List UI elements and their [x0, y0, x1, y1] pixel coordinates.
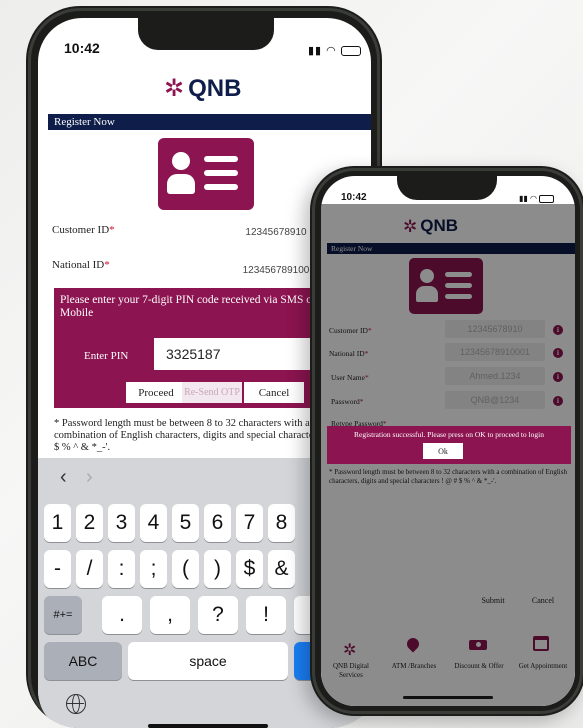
signal-wifi-battery-icon: ▮▮ ◠ — [308, 44, 361, 57]
modal-overlay-nav — [321, 628, 575, 706]
key[interactable]: & — [268, 550, 295, 588]
status-time: 10:42 — [341, 192, 367, 203]
home-indicator — [148, 724, 268, 728]
key[interactable]: : — [108, 550, 135, 588]
key[interactable]: 4 — [140, 504, 167, 542]
enter-pin-label: Enter PIN — [84, 350, 129, 362]
pin-message: Please enter your 7-digit PIN code recei… — [60, 294, 342, 319]
resend-otp-button[interactable]: Re-Send OTP — [182, 382, 242, 403]
key[interactable]: 2 — [76, 504, 103, 542]
register-title: Register Now — [54, 116, 115, 128]
key[interactable]: 8 — [268, 504, 295, 542]
symbols-key[interactable]: #+= — [44, 596, 82, 634]
ok-button[interactable]: Ok — [423, 443, 463, 459]
success-message: Registration successful. Please press on… — [354, 430, 544, 439]
front-phone-screen: 10:42 ▮▮ ◠ ✲ QNB Register Now Customer I… — [321, 176, 575, 706]
key[interactable]: . — [102, 596, 142, 634]
proceed-button[interactable]: Proceed — [126, 382, 186, 403]
chevron-right-icon[interactable]: › — [86, 466, 93, 489]
front-phone: 10:42 ▮▮ ◠ ✲ QNB Register Now Customer I… — [310, 166, 583, 716]
globe-icon[interactable] — [66, 694, 86, 714]
key[interactable]: 3 — [108, 504, 135, 542]
key[interactable]: ! — [246, 596, 286, 634]
brand-name: QNB — [188, 75, 242, 102]
key[interactable]: ; — [140, 550, 167, 588]
key[interactable]: $ — [236, 550, 263, 588]
dynamic-notch — [138, 18, 274, 50]
abc-key[interactable]: ABC — [44, 642, 122, 680]
dynamic-notch — [397, 176, 497, 200]
key[interactable]: 6 — [204, 504, 231, 542]
key[interactable]: ) — [204, 550, 231, 588]
chevron-left-icon[interactable]: ‹ — [60, 466, 67, 489]
qnb-asterisk-icon: ✲ — [164, 75, 185, 102]
key[interactable]: / — [76, 550, 103, 588]
signal-wifi-battery-icon: ▮▮ ◠ — [519, 194, 555, 203]
key[interactable]: 7 — [236, 504, 263, 542]
id-card-icon — [158, 138, 254, 210]
key[interactable]: ? — [198, 596, 238, 634]
home-indicator — [403, 696, 493, 699]
key[interactable]: - — [44, 550, 71, 588]
success-dialog: Registration successful. Please press on… — [327, 426, 571, 464]
status-time: 10:42 — [64, 40, 100, 56]
key[interactable]: 5 — [172, 504, 199, 542]
qnb-logo: ✲ QNB — [164, 75, 241, 103]
register-header: Register Now — [48, 114, 371, 130]
modal-overlay — [321, 204, 575, 628]
key[interactable]: ( — [172, 550, 199, 588]
pin-dialog: Please enter your 7-digit PIN code recei… — [54, 288, 354, 408]
customer-id-label: Customer ID* — [52, 224, 115, 236]
key[interactable]: , — [150, 596, 190, 634]
cancel-button[interactable]: Cancel — [244, 382, 304, 403]
key[interactable]: 1 — [44, 504, 71, 542]
space-key[interactable]: space — [128, 642, 288, 680]
password-note: * Password length must be between 8 to 3… — [54, 418, 348, 453]
national-id-label: National ID* — [52, 259, 110, 271]
